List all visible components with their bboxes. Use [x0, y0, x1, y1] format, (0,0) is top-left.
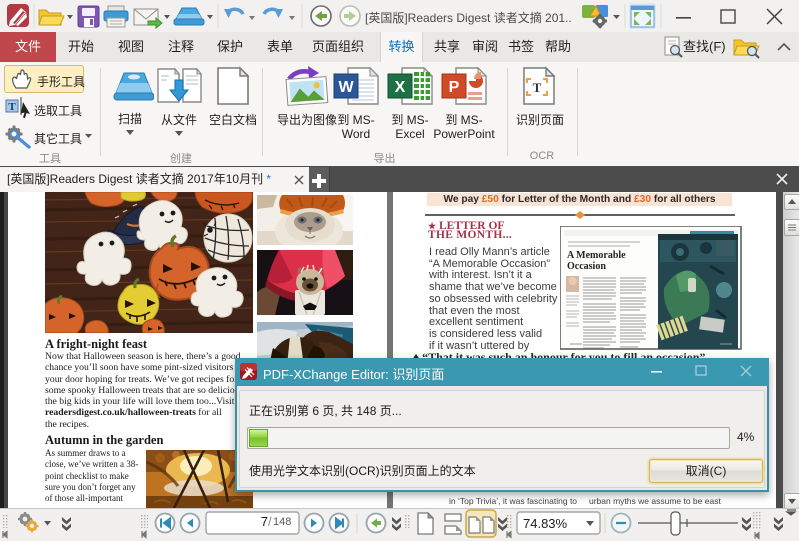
svg-text:X: X	[395, 79, 406, 96]
svg-text:W: W	[338, 79, 354, 96]
svg-text:Occasion: Occasion	[567, 261, 606, 272]
svg-text:T: T	[8, 101, 16, 113]
svg-text:T: T	[533, 80, 542, 95]
svg-text:A Memorable: A Memorable	[567, 250, 626, 261]
svg-text:P: P	[449, 79, 460, 96]
